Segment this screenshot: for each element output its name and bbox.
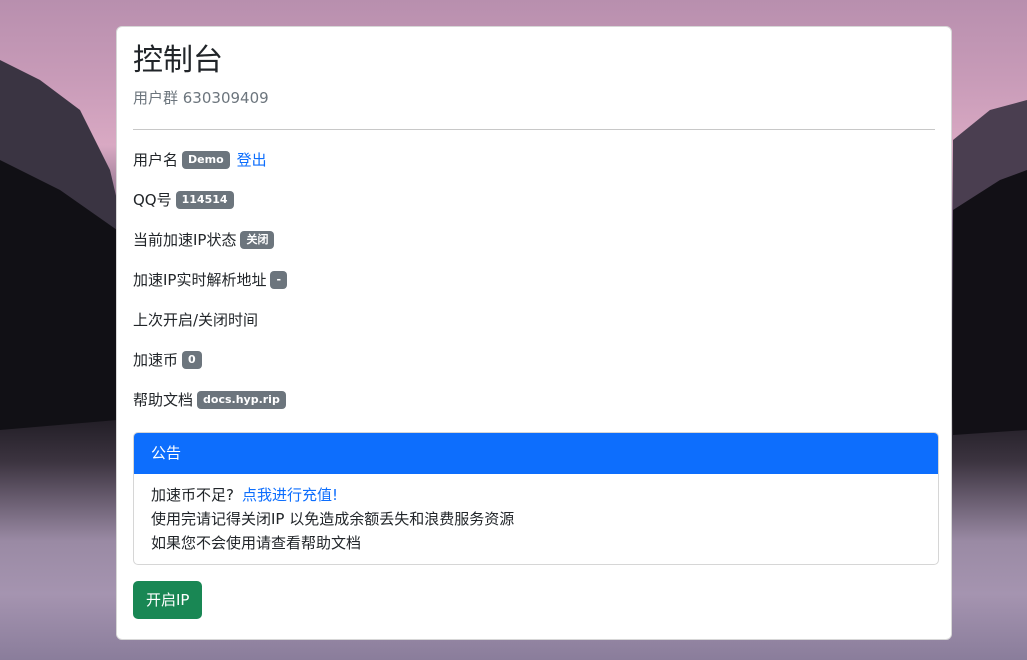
username-badge: Demo (182, 151, 230, 169)
qq-badge: 114514 (175, 191, 234, 209)
qq-label: QQ号 (133, 191, 172, 209)
user-group-text: 用户群 630309409 (133, 89, 269, 107)
start-ip-button[interactable]: 开启IP (133, 581, 203, 619)
resolve-address-row: 加速IP实时解析地址 - (133, 266, 935, 306)
announcement-body: 加速币不足? 点我进行充值! 使用完请记得关闭IP 以免造成余额丢失和浪费服务资源… (134, 474, 938, 564)
announcement-line-2: 使用完请记得关闭IP 以免造成余额丢失和浪费服务资源 (151, 510, 515, 528)
last-toggle-time-label: 上次开启/关闭时间 (133, 311, 259, 329)
logout-link[interactable]: 登出 (237, 146, 267, 174)
qq-row: QQ号 114514 (133, 186, 935, 226)
coins-label: 加速币 (133, 351, 179, 369)
username-row: 用户名 Demo 登出 (133, 146, 935, 186)
resolve-address-label: 加速IP实时解析地址 (133, 271, 267, 289)
last-toggle-time-row: 上次开启/关闭时间 (133, 306, 935, 346)
announcement-header: 公告 (134, 433, 938, 474)
ip-status-row: 当前加速IP状态 关闭 (133, 226, 935, 266)
info-list: 用户名 Demo 登出 QQ号 114514 当前加速IP状态 关闭 加速IP实… (133, 146, 935, 426)
low-balance-text: 加速币不足? (151, 486, 234, 504)
announcement-line-1: 加速币不足? 点我进行充值! (151, 483, 921, 507)
docs-row: 帮助文档 docs.hyp.rip (133, 386, 935, 426)
ip-status-badge: 关闭 (240, 231, 275, 249)
ip-status-label: 当前加速IP状态 (133, 231, 237, 249)
console-card: 控制台 用户群 630309409 用户名 Demo 登出 QQ号 114514… (116, 26, 952, 640)
announcement-line-3: 如果您不会使用请查看帮助文档 (151, 534, 362, 552)
docs-badge[interactable]: docs.hyp.rip (197, 391, 286, 409)
resolve-address-badge: - (270, 271, 288, 289)
header-divider (133, 129, 935, 130)
page-title: 控制台 (133, 43, 223, 78)
coins-badge: 0 (182, 351, 202, 369)
username-label: 用户名 (133, 151, 179, 169)
announcement-panel: 公告 加速币不足? 点我进行充值! 使用完请记得关闭IP 以免造成余额丢失和浪费服… (133, 432, 939, 565)
docs-label: 帮助文档 (133, 391, 194, 409)
coins-row: 加速币 0 (133, 346, 935, 386)
recharge-link[interactable]: 点我进行充值! (242, 486, 338, 504)
